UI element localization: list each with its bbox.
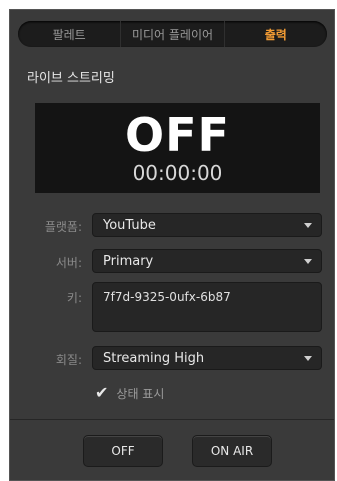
chevron-down-icon: [304, 355, 312, 361]
platform-value: YouTube: [103, 217, 156, 233]
on-air-button[interactable]: ON AIR: [192, 435, 272, 467]
platform-select[interactable]: YouTube: [92, 213, 322, 237]
show-status-label: 상태 표시: [116, 386, 165, 401]
server-value: Primary: [103, 253, 154, 269]
quality-label: 회질:: [55, 353, 82, 367]
divider: [10, 419, 334, 420]
show-status-checkbox[interactable]: ✔ 상태 표시: [95, 384, 164, 402]
stream-status: OFF: [125, 108, 230, 162]
chevron-down-icon: [304, 258, 312, 264]
off-button[interactable]: OFF: [83, 435, 163, 467]
tab-palette[interactable]: 팔레트: [18, 21, 120, 47]
stream-timer: 00:00:00: [132, 161, 223, 185]
tab-bar: 팔레트 미디어 플레이어 출력: [18, 21, 327, 47]
section-title: 라이브 스트리밍: [27, 71, 115, 86]
live-stream-panel: 팔레트 미디어 플레이어 출력 라이브 스트리밍 OFF 00:00:00 플랫…: [9, 9, 335, 481]
platform-label: 플랫폼:: [44, 220, 82, 234]
server-select[interactable]: Primary: [92, 249, 322, 273]
stream-key-field[interactable]: 7f7d-9325-0ufx-6b87: [92, 282, 322, 332]
key-label: 키:: [66, 291, 82, 305]
quality-select[interactable]: Streaming High: [92, 346, 322, 370]
server-label: 서버:: [55, 256, 82, 270]
quality-value: Streaming High: [103, 350, 205, 366]
chevron-down-icon: [304, 222, 312, 228]
checkmark-icon: ✔: [95, 383, 109, 402]
stream-status-display: OFF 00:00:00: [35, 103, 320, 193]
tab-output[interactable]: 출력: [223, 21, 327, 47]
tab-media-player[interactable]: 미디어 플레이어: [120, 21, 223, 47]
